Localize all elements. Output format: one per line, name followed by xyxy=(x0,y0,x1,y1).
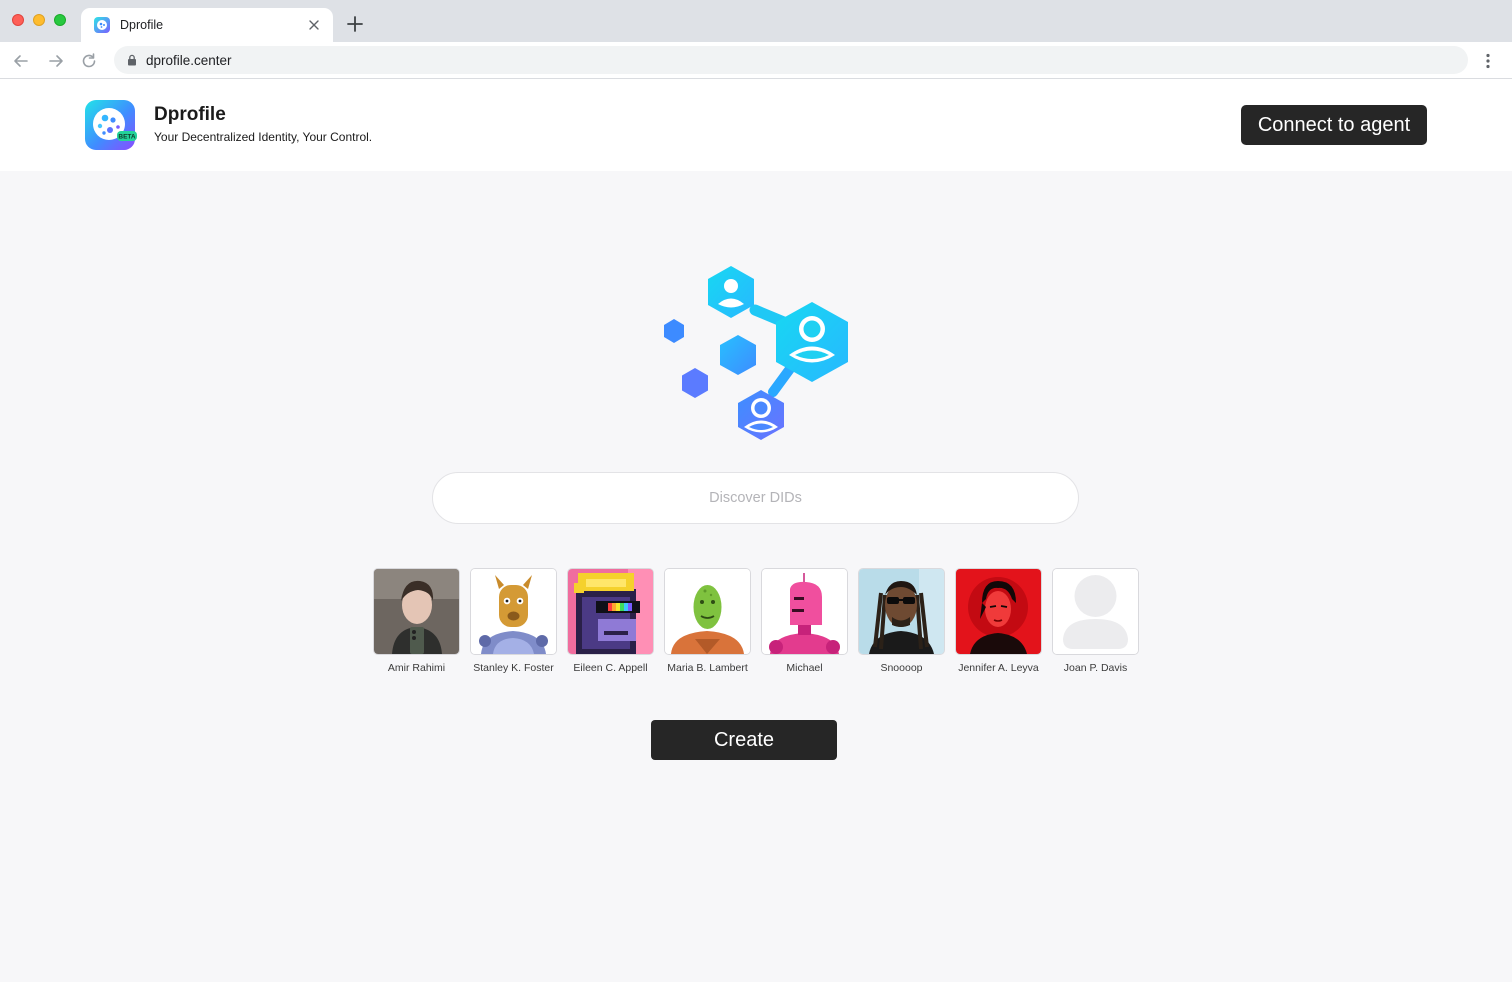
browser-tab-bar: Dprofile xyxy=(0,0,1512,42)
featured-profiles-list: Amir Rahimi Stanley K. Foster Eileen C. … xyxy=(373,568,1141,678)
pixel-ape-icon xyxy=(568,569,653,654)
beta-badge: BETA xyxy=(118,134,136,141)
avatar[interactable] xyxy=(664,568,751,655)
decentralized-network-illustration xyxy=(664,266,848,440)
tab-title: Dprofile xyxy=(120,18,164,32)
profile-name: Amir Rahimi xyxy=(387,662,446,674)
avatar[interactable] xyxy=(470,568,557,655)
pink-robot-icon xyxy=(762,569,847,654)
profile-name: Maria B. Lambert xyxy=(667,662,748,674)
avatar[interactable] xyxy=(373,568,460,655)
profile-card[interactable]: Stanley K. Foster xyxy=(470,568,557,674)
user-hex-bottom xyxy=(738,390,784,440)
discover-dids-search-input[interactable] xyxy=(432,472,1079,524)
lock-icon xyxy=(128,54,136,66)
reload-icon[interactable] xyxy=(78,50,100,72)
user-hex-top xyxy=(708,266,754,318)
new-tab-plus-icon[interactable] xyxy=(344,13,366,35)
profile-card[interactable]: Maria B. Lambert xyxy=(664,568,751,674)
maximize-window-button[interactable] xyxy=(54,14,66,26)
profile-name: Eileen C. Appell xyxy=(573,662,648,674)
profile-card[interactable]: Jennifer A. Leyva xyxy=(955,568,1042,674)
back-arrow-icon[interactable] xyxy=(10,50,32,72)
address-bar[interactable]: dprofile.center xyxy=(114,46,1468,74)
avatar[interactable] xyxy=(955,568,1042,655)
forward-arrow-icon[interactable] xyxy=(45,50,67,72)
brand-name: Dprofile xyxy=(154,104,226,125)
create-button[interactable]: Create xyxy=(651,720,837,760)
avatar[interactable] xyxy=(567,568,654,655)
red-illustration-icon xyxy=(956,569,1041,654)
horned-robot-icon xyxy=(471,569,556,654)
profile-card[interactable]: Amir Rahimi xyxy=(373,568,460,674)
portrait-photo-sunglasses-icon xyxy=(859,569,944,654)
dprofile-logo-icon[interactable]: BETA xyxy=(85,100,137,150)
avatar[interactable] xyxy=(858,568,945,655)
browser-menu-icon[interactable] xyxy=(1478,51,1498,71)
close-window-button[interactable] xyxy=(12,14,24,26)
site-header: BETA Dprofile Your Decentralized Identit… xyxy=(0,79,1512,171)
profile-card[interactable]: Joan P. Davis xyxy=(1052,568,1139,674)
minimize-window-button[interactable] xyxy=(33,14,45,26)
browser-tab[interactable]: Dprofile xyxy=(81,8,333,42)
profile-name: Jennifer A. Leyva xyxy=(958,662,1039,674)
profile-name: Michael xyxy=(786,662,823,674)
connect-to-agent-button[interactable]: Connect to agent xyxy=(1241,105,1427,145)
brand-tagline: Your Decentralized Identity, Your Contro… xyxy=(154,130,373,144)
portrait-photo-icon xyxy=(374,569,459,654)
profile-card[interactable]: Michael xyxy=(761,568,848,674)
profile-card[interactable]: Snoooop xyxy=(858,568,945,674)
avatar[interactable] xyxy=(761,568,848,655)
avatar[interactable] xyxy=(1052,568,1139,655)
green-alien-icon xyxy=(665,569,750,654)
default-user-icon xyxy=(1053,569,1138,654)
close-tab-icon[interactable] xyxy=(305,16,323,34)
profile-name: Stanley K. Foster xyxy=(473,662,554,674)
profile-card[interactable]: Eileen C. Appell xyxy=(567,568,654,674)
url-text: dprofile.center xyxy=(146,53,232,68)
browser-toolbar: dprofile.center xyxy=(0,42,1512,79)
profile-name: Snoooop xyxy=(880,662,923,674)
profile-name: Joan P. Davis xyxy=(1063,662,1128,674)
dprofile-favicon-icon xyxy=(94,17,110,33)
